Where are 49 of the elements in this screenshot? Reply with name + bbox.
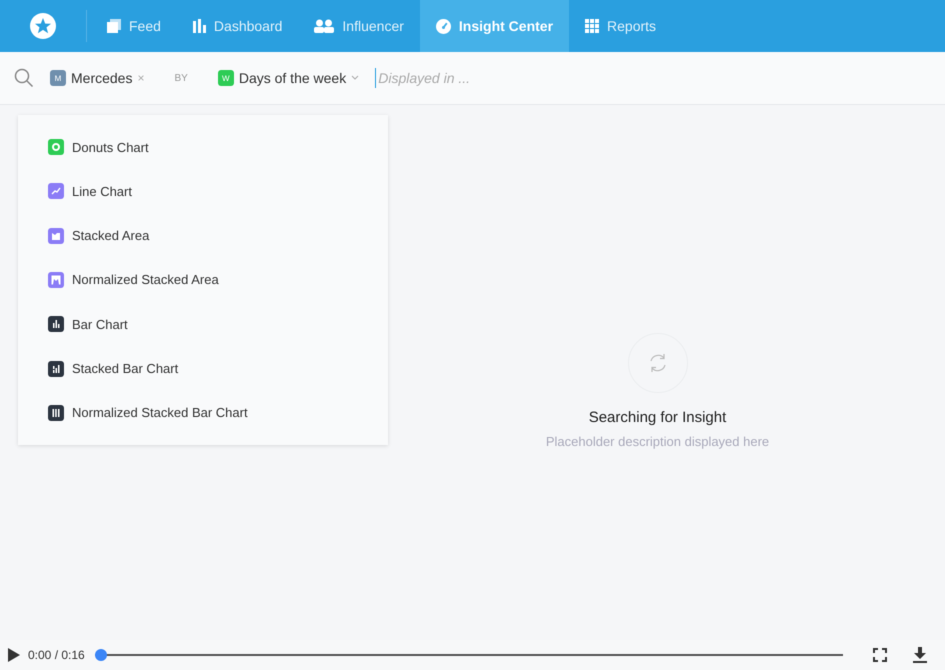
option-label: Bar Chart	[72, 316, 128, 332]
download-icon[interactable]	[913, 647, 927, 663]
stacked-bar-icon	[48, 404, 64, 421]
dimension-chip[interactable]: W Days of the week	[212, 66, 366, 90]
dimension-label: Days of the week	[238, 70, 346, 86]
chart-type-option[interactable]: Normalized Stacked Bar Chart	[48, 402, 358, 423]
area-chart-icon	[48, 228, 64, 244]
nav-tab-label: Reports	[607, 18, 656, 34]
bar-chart-icon	[48, 316, 64, 332]
progress-thumb[interactable]	[94, 649, 107, 661]
option-label: Line Chart	[72, 184, 132, 199]
star-logo-icon[interactable]	[30, 13, 56, 39]
empty-state-description: Placeholder description displayed here	[546, 434, 770, 449]
bar-chart-icon	[192, 19, 206, 33]
fullscreen-icon[interactable]	[873, 648, 887, 662]
by-label: BY	[174, 72, 188, 84]
play-icon[interactable]	[8, 648, 20, 662]
video-time: 0:00 / 0:16	[28, 648, 85, 662]
nav-tab-label: Insight Center	[458, 18, 554, 34]
subject-badge: M	[50, 70, 66, 86]
nav-tab-label: Influencer	[342, 18, 404, 34]
option-label: Normalized Stacked Bar Chart	[72, 405, 248, 420]
chart-type-option[interactable]: Stacked Area	[48, 226, 358, 246]
line-chart-icon	[48, 183, 64, 200]
users-icon	[314, 19, 334, 33]
grid-icon	[585, 19, 600, 33]
nav-tab-label: Feed	[129, 18, 161, 34]
dimension-badge: W	[218, 70, 234, 86]
option-label: Donuts Chart	[72, 140, 149, 154]
chart-type-option[interactable]: Line Chart	[48, 181, 358, 202]
subject-label: Mercedes	[71, 70, 132, 86]
area-chart-icon	[48, 272, 64, 288]
chart-type-option[interactable]: Bar Chart	[48, 314, 358, 334]
option-label: Normalized Stacked Area	[72, 272, 219, 288]
chart-type-option[interactable]: Stacked Bar Chart	[48, 358, 358, 379]
display-input-field[interactable]: Displayed in ...	[375, 68, 580, 88]
chart-type-option[interactable]: Donuts Chart	[48, 137, 358, 157]
search-icon[interactable]	[14, 68, 34, 88]
donut-icon	[48, 139, 64, 155]
option-label: Stacked Area	[72, 228, 150, 244]
nav-tab-label: Dashboard	[214, 18, 282, 34]
stacked-bar-icon	[48, 360, 64, 377]
chevron-down-icon	[351, 75, 360, 81]
empty-state-title: Searching for Insight	[588, 409, 726, 426]
chart-type-option[interactable]: Normalized Stacked Area	[48, 270, 358, 290]
option-label: Stacked Bar Chart	[72, 361, 178, 376]
subject-chip[interactable]: M Mercedes ×	[44, 66, 150, 90]
stack-icon	[107, 19, 121, 33]
gauge-icon	[436, 18, 451, 34]
